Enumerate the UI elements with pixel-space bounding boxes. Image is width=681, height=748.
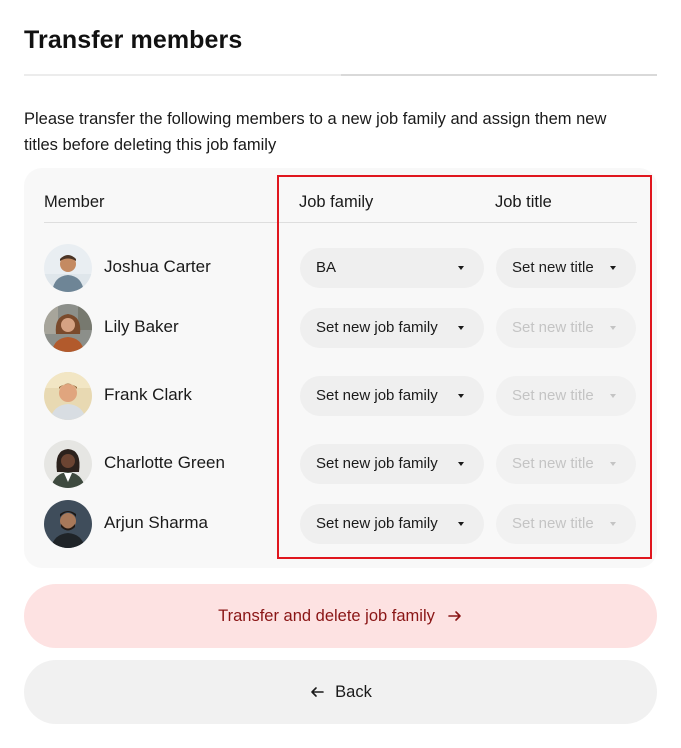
column-header-job-family: Job family	[299, 193, 374, 211]
caret-down-icon	[610, 522, 616, 526]
member-name: Frank Clark	[104, 385, 192, 404]
dialog-title: Transfer members	[24, 26, 243, 54]
table-row: Frank Clark Set new job family Set new t…	[0, 372, 681, 420]
avatar	[44, 372, 92, 420]
column-header-member: Member	[44, 193, 105, 211]
caret-down-icon	[458, 394, 464, 398]
header-divider	[44, 222, 637, 223]
caret-down-icon	[610, 266, 616, 270]
table-row: Lily Baker Set new job family Set new ti…	[0, 304, 681, 352]
job-title-select: Set new title	[496, 308, 636, 348]
job-title-value: Set new title	[512, 319, 594, 336]
member-name: Charlotte Green	[104, 453, 225, 472]
table-row: Arjun Sharma Set new job family Set new …	[0, 500, 681, 548]
back-button[interactable]: Back	[24, 660, 657, 724]
caret-down-icon	[458, 326, 464, 330]
table-row: Charlotte Green Set new job family Set n…	[0, 440, 681, 488]
job-title-value: Set new title	[512, 515, 594, 532]
job-family-select[interactable]: BA	[300, 248, 484, 288]
job-family-select[interactable]: Set new job family	[300, 444, 484, 484]
arrow-left-icon	[309, 684, 325, 700]
column-header-job-title: Job title	[495, 193, 552, 211]
tab-divider-active	[341, 74, 657, 76]
transfer-button-label: Transfer and delete job family	[218, 606, 435, 625]
job-family-select[interactable]: Set new job family	[300, 376, 484, 416]
caret-down-icon	[610, 462, 616, 466]
table-row: Joshua Carter BA Set new title	[0, 244, 681, 292]
arrow-right-icon	[447, 608, 463, 624]
avatar	[44, 440, 92, 488]
back-button-label: Back	[335, 682, 372, 701]
tab-divider	[24, 74, 657, 76]
job-family-value: Set new job family	[316, 455, 438, 472]
job-family-select[interactable]: Set new job family	[300, 504, 484, 544]
job-family-value: Set new job family	[316, 319, 438, 336]
avatar	[44, 244, 92, 292]
caret-down-icon	[458, 522, 464, 526]
job-title-value: Set new title	[512, 259, 594, 276]
member-name: Arjun Sharma	[104, 513, 208, 532]
caret-down-icon	[610, 394, 616, 398]
dialog-description: Please transfer the following members to…	[24, 110, 607, 154]
job-title-value: Set new title	[512, 455, 594, 472]
job-title-select: Set new title	[496, 376, 636, 416]
caret-down-icon	[458, 266, 464, 270]
member-name: Lily Baker	[104, 317, 179, 336]
job-family-value: Set new job family	[316, 515, 438, 532]
caret-down-icon	[610, 326, 616, 330]
avatar	[44, 500, 92, 548]
job-title-select: Set new title	[496, 504, 636, 544]
job-family-value: BA	[316, 259, 337, 276]
job-title-select[interactable]: Set new title	[496, 248, 636, 288]
job-family-value: Set new job family	[316, 387, 438, 404]
member-name: Joshua Carter	[104, 257, 211, 276]
job-family-select[interactable]: Set new job family	[300, 308, 484, 348]
transfer-and-delete-button[interactable]: Transfer and delete job family	[24, 584, 657, 648]
job-title-select: Set new title	[496, 444, 636, 484]
job-title-value: Set new title	[512, 387, 594, 404]
caret-down-icon	[458, 462, 464, 466]
avatar	[44, 304, 92, 352]
